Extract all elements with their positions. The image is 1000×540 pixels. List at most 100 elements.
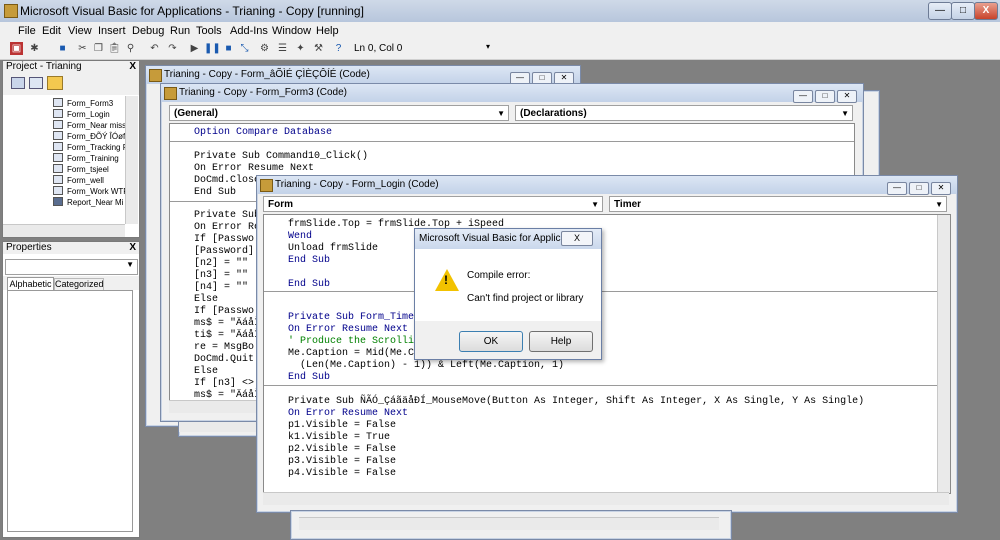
code-line: If [n3] <> — [194, 378, 255, 389]
tree-item[interactable]: Report_Near Mi — [53, 197, 123, 208]
cursor-position: Ln 0, Col 0 — [354, 43, 403, 54]
menu-file[interactable]: File — [18, 25, 36, 37]
tree-item[interactable]: Form_Work WTF — [53, 186, 128, 197]
tree-item[interactable]: Form_Near miss — [53, 120, 126, 131]
dialog-close-button[interactable]: X — [561, 231, 593, 246]
close-button[interactable]: ✕ — [837, 90, 857, 103]
form-icon — [53, 120, 63, 129]
procedure-separator — [264, 291, 950, 292]
code-line: Private Sub Form_Timer() — [288, 312, 433, 323]
minimize-button[interactable]: — — [793, 90, 813, 103]
maximize-button[interactable]: □ — [815, 90, 835, 103]
project-explorer-icon[interactable]: ⚙ — [258, 42, 271, 55]
form3-hscroll[interactable] — [169, 400, 269, 413]
menu-edit[interactable]: Edit — [42, 25, 61, 37]
break-icon[interactable]: ❚❚ — [204, 42, 221, 55]
properties-window-icon[interactable]: ☰ — [276, 42, 289, 55]
reset-icon[interactable]: ■ — [222, 42, 235, 55]
code-line: DoCmd.Close — [194, 175, 261, 186]
menu-tools[interactable]: Tools — [196, 25, 222, 37]
procedure-combo[interactable]: (Declarations) ▼ — [515, 105, 853, 121]
help-icon[interactable]: ? — [332, 42, 345, 55]
toolbar-options-icon[interactable]: ▾ — [486, 42, 490, 51]
view-code-icon[interactable] — [11, 77, 25, 89]
tree-item[interactable]: Form_tsjeel — [53, 164, 109, 175]
close-button[interactable]: X — [974, 2, 998, 20]
menu-run[interactable]: Run — [170, 25, 190, 37]
menu-add-ins[interactable]: Add-Ins — [230, 25, 268, 37]
code-line: p2.Visible = False — [288, 444, 397, 455]
object-dropdown[interactable]: ▼ — [5, 259, 138, 275]
properties-pane-close-button[interactable]: X — [129, 242, 136, 254]
bottom-window-hscroll[interactable] — [299, 517, 719, 530]
maximize-button[interactable]: □ — [951, 2, 975, 20]
code-editor[interactable]: frmSlide.Top = frmSlide.Top + iSpeed Wen… — [263, 214, 951, 494]
paste-icon[interactable]: 📋︎ — [108, 42, 121, 55]
project-toolbar — [3, 73, 139, 95]
code-line: [Password] — [194, 246, 255, 257]
undo-icon[interactable]: ↶ — [148, 42, 161, 55]
login-vscroll[interactable] — [937, 215, 950, 493]
project-vscroll[interactable] — [125, 96, 138, 224]
close-button[interactable]: ✕ — [931, 182, 951, 195]
report-icon — [53, 197, 63, 206]
form-icon — [53, 142, 63, 151]
code-line: (Len(Me.Caption) - 1)) & Left(Me.Caption… — [288, 360, 565, 371]
menu-window[interactable]: Window — [272, 25, 311, 37]
code-window-title: Trianing - Copy - Form_Login (Code) — [275, 179, 439, 190]
save-icon[interactable]: ■ — [56, 42, 69, 55]
login-hscroll[interactable] — [263, 492, 949, 505]
redo-icon[interactable]: ↷ — [166, 42, 179, 55]
error-dialog: Microsoft Visual Basic for Applicati... … — [414, 228, 602, 360]
object-combo[interactable]: (General) ▼ — [169, 105, 509, 121]
code-window-icon — [164, 87, 177, 100]
code-line: [n4] = "" — [194, 282, 249, 293]
toolbox-icon[interactable]: ⚒ — [312, 42, 325, 55]
copy-icon[interactable]: ❐ — [92, 42, 105, 55]
view-access-icon[interactable]: ▣ — [10, 42, 23, 55]
menu-insert[interactable]: Insert — [98, 25, 126, 37]
tree-item[interactable]: Form_ÐÕÝ ÎÓøf — [53, 131, 125, 142]
project-pane-header: Project - Trianing X — [3, 61, 139, 73]
code-line: Private Sub Command10_Click() — [194, 151, 369, 162]
minimize-button[interactable]: — — [928, 2, 952, 20]
code-line: If [Passwo — [194, 234, 255, 245]
procedure-combo[interactable]: Timer ▼ — [609, 196, 947, 212]
menu-debug[interactable]: Debug — [132, 25, 164, 37]
code-line: Wend — [288, 231, 313, 242]
view-object-icon[interactable] — [29, 77, 43, 89]
dialog-message-title: Compile error: — [467, 270, 531, 281]
find-icon[interactable]: ⚲ — [124, 42, 137, 55]
code-line: k1.Visible = True — [288, 432, 391, 443]
maximize-button[interactable]: □ — [909, 182, 929, 195]
tree-item[interactable]: Form_Training — [53, 153, 119, 164]
ok-button[interactable]: OK — [459, 331, 523, 352]
tab-alphabetic[interactable]: Alphabetic — [7, 277, 54, 291]
project-pane-close-button[interactable]: X — [129, 61, 136, 73]
design-mode-icon[interactable]: ⤡ — [238, 42, 251, 55]
tree-item[interactable]: Form_Tracking R — [53, 142, 129, 153]
code-line: [n2] = "" — [194, 258, 249, 269]
code-window-bottom — [290, 510, 732, 540]
tree-item[interactable]: Form_Login — [53, 109, 110, 120]
project-pane-title: Project - Trianing — [6, 61, 82, 72]
menu-help[interactable]: Help — [316, 25, 339, 37]
project-hscroll[interactable] — [3, 224, 125, 237]
run-icon[interactable]: ▶ — [188, 42, 201, 55]
object-browser-icon[interactable]: ✦ — [294, 42, 307, 55]
minimize-button[interactable]: — — [887, 182, 907, 195]
help-button[interactable]: Help — [529, 331, 593, 352]
tree-item[interactable]: Form_Form3 — [53, 98, 113, 109]
menu-view[interactable]: View — [68, 25, 92, 37]
form-icon — [53, 131, 63, 140]
toggle-folders-icon[interactable] — [47, 76, 63, 90]
form-icon — [53, 153, 63, 162]
object-combo[interactable]: Form ▼ — [263, 196, 603, 212]
tree-item[interactable]: Form_well — [53, 175, 104, 186]
code-window-titlebar: Trianing - Copy - Form_Form3 (Code) — □ ✕ — [161, 84, 863, 103]
code-line: Option Compare Database — [194, 127, 333, 138]
cut-icon[interactable]: ✂ — [76, 42, 89, 55]
insert-module-icon[interactable]: ✱ — [28, 42, 41, 55]
chevron-down-icon: ▼ — [126, 260, 134, 269]
code-line: End Sub — [288, 255, 331, 266]
